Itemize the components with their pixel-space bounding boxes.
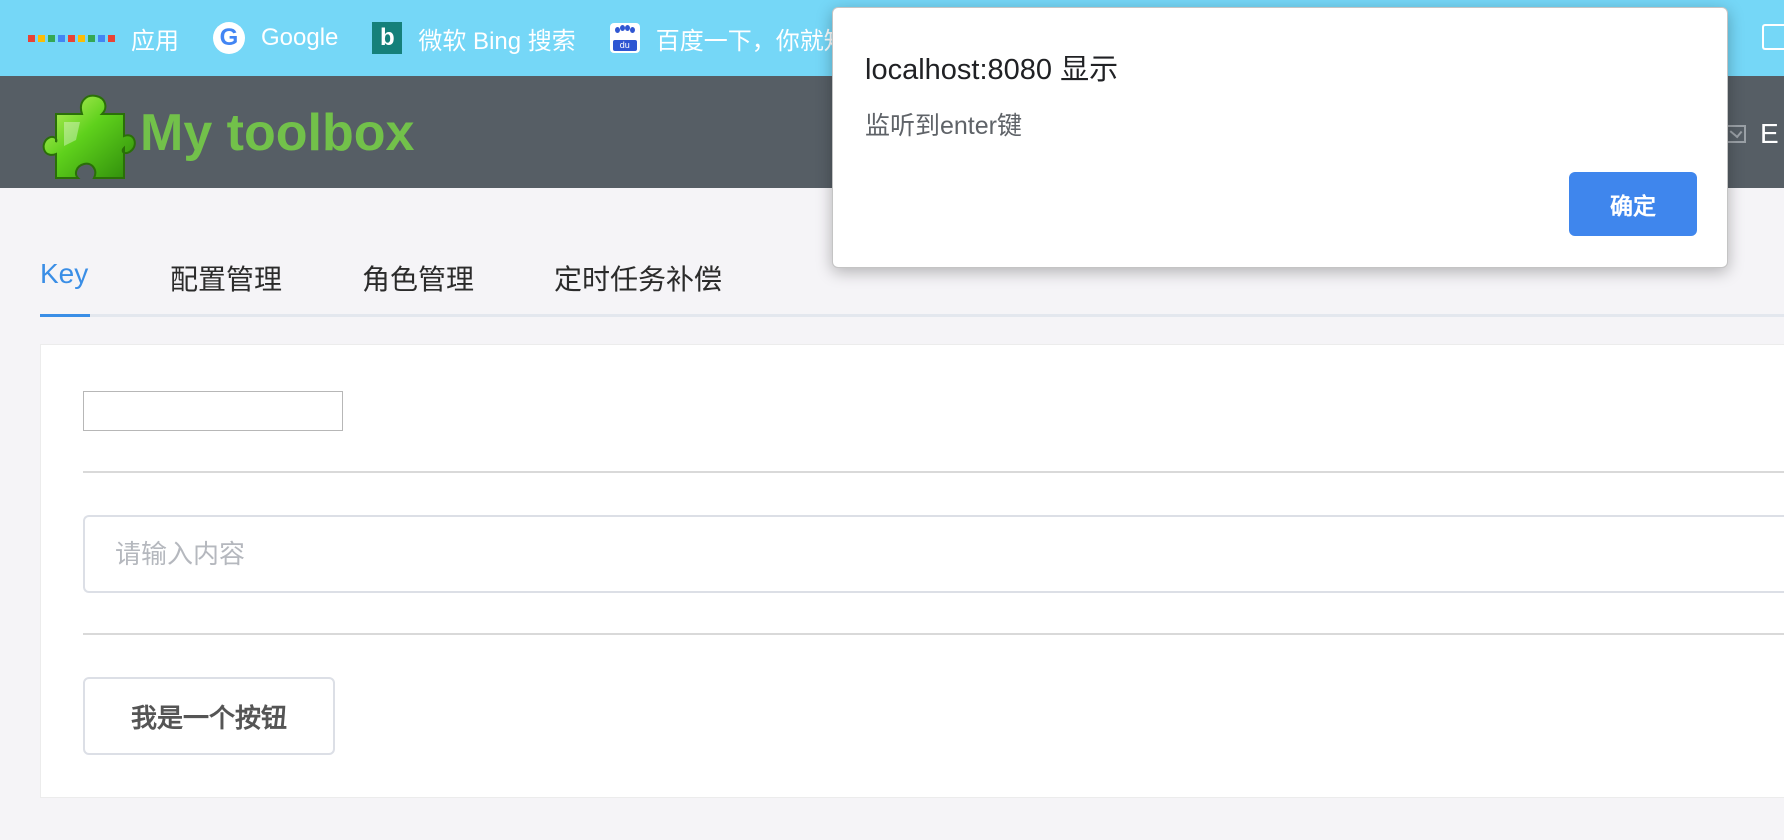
header-right-text: E: [1760, 118, 1779, 149]
bing-icon: b: [372, 22, 403, 54]
tab-scheduled-task-compensation[interactable]: 定时任务补偿: [554, 258, 722, 298]
apps-grid-icon: [28, 34, 115, 42]
divider: [83, 471, 1784, 473]
bookmark-label: 微软 Bing 搜索: [418, 27, 576, 55]
alert-dialog: localhost:8080 显示 监听到enter键 确定: [832, 7, 1728, 268]
demo-button[interactable]: 我是一个按钮: [83, 677, 335, 755]
content-card: 我是一个按钮: [40, 344, 1784, 798]
baidu-icon: du: [609, 23, 640, 53]
header-user-area[interactable]: E: [1726, 118, 1779, 150]
active-tab-indicator: [40, 314, 90, 317]
dialog-ok-button[interactable]: 确定: [1569, 172, 1697, 236]
content-input[interactable]: [83, 515, 1784, 593]
mail-check-icon: [1726, 125, 1746, 143]
divider: [83, 633, 1784, 635]
bookmark-label: 应用: [131, 27, 179, 55]
dialog-title: localhost:8080 显示: [865, 54, 1119, 86]
google-icon: G: [213, 22, 245, 54]
bookmark-google[interactable]: G Google: [213, 22, 338, 54]
small-text-input[interactable]: [83, 391, 343, 431]
tab-config-management[interactable]: 配置管理: [170, 258, 282, 298]
bookmark-label: Google: [261, 24, 339, 51]
folder-icon[interactable]: [1762, 24, 1784, 50]
tab-role-management[interactable]: 角色管理: [362, 258, 474, 298]
bookmark-apps[interactable]: 应用: [28, 21, 179, 56]
tab-key[interactable]: Key: [40, 258, 88, 290]
bookmark-bing[interactable]: b 微软 Bing 搜索: [372, 21, 576, 56]
puzzle-logo-icon: [42, 94, 136, 179]
dialog-message: 监听到enter键: [865, 112, 1022, 140]
app-title: My toolbox: [140, 104, 415, 162]
